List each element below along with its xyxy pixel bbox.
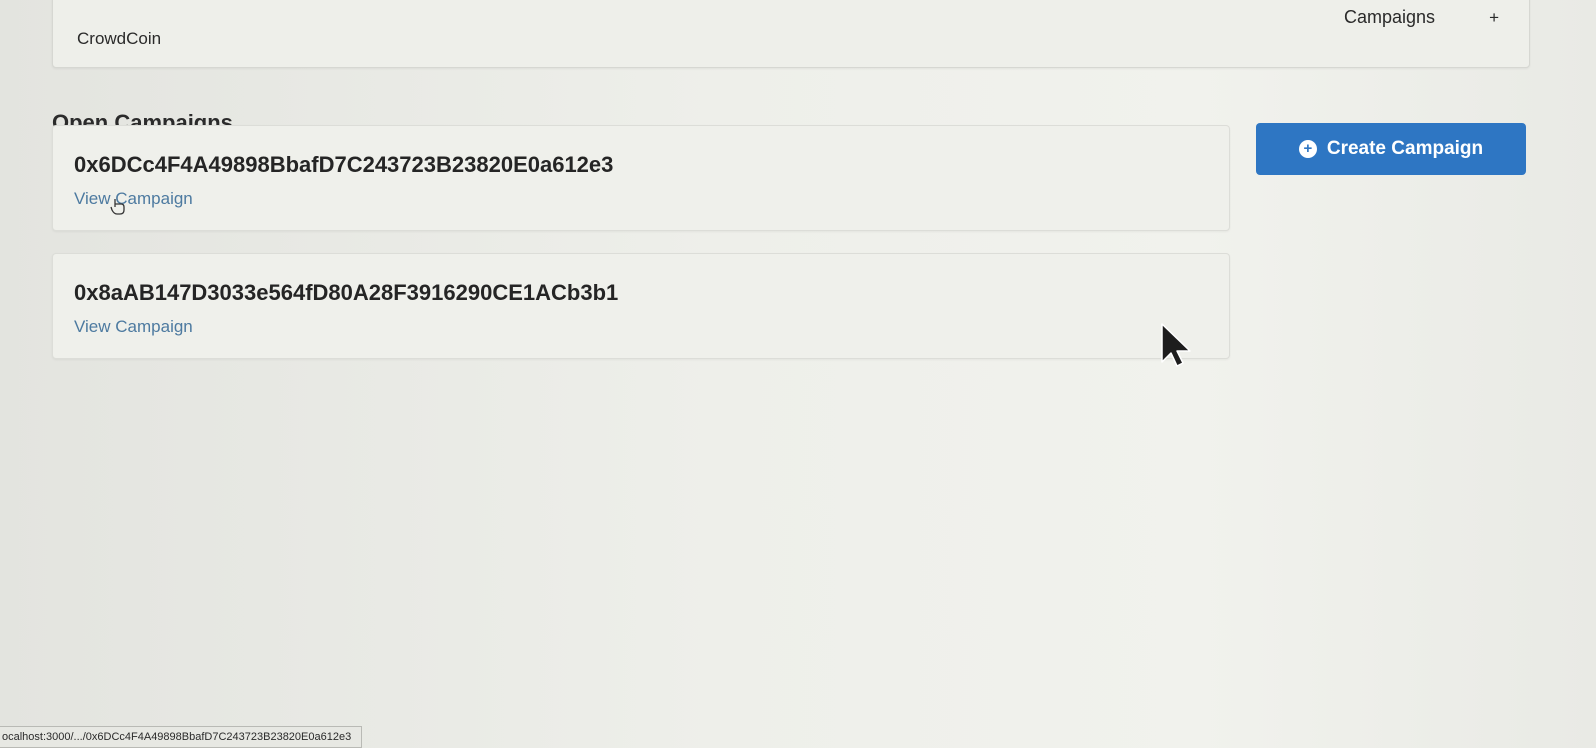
plus-circle-icon: + [1298,140,1317,158]
mouse-cursor-icon [1161,323,1191,367]
menu-right: Campaigns + [1344,7,1499,28]
brand-link[interactable]: CrowdCoin [77,29,161,49]
campaign-card: 0x6DCc4F4A49898BbafD7C243723B23820E0a612… [52,125,1230,231]
top-menu: CrowdCoin Campaigns + [52,0,1530,68]
plus-icon[interactable]: + [1489,9,1499,26]
campaign-address: 0x6DCc4F4A49898BbafD7C243723B23820E0a612… [74,152,614,177]
campaign-address: 0x8aAB147D3033e564fD80A28F3916290CE1ACb3… [74,280,619,305]
view-campaign-link[interactable]: View Campaign [74,189,193,209]
status-bar-url: ocalhost:3000/.../0x6DCc4F4A49898BbafD7C… [0,726,363,748]
view-campaign-link[interactable]: View Campaign [74,317,193,337]
create-campaign-label: Create Campaign [1326,138,1484,159]
campaigns-menu-item[interactable]: Campaigns [1344,7,1435,28]
hand-pointer-icon [110,199,125,215]
campaign-card: 0x8aAB147D3033e564fD80A28F3916290CE1ACb3… [52,253,1230,359]
create-campaign-button[interactable]: + Create Campaign [1256,123,1526,175]
